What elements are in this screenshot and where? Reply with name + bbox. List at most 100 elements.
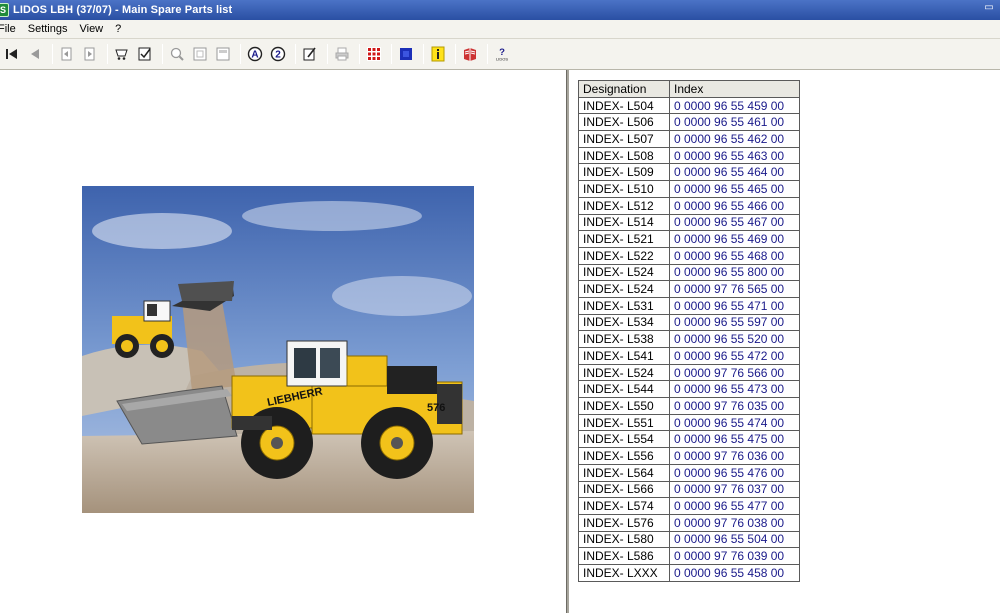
designation-cell[interactable]: INDEX- L514 [578,213,670,232]
index-cell[interactable]: 0 0000 96 55 469 00 [669,230,800,248]
index-cell[interactable]: 0 0000 96 55 459 00 [669,96,800,115]
index-cell[interactable]: 0 0000 97 76 039 00 [669,547,800,565]
table-row[interactable]: INDEX- L541 0 0000 96 55 472 00 [578,347,800,365]
index-cell[interactable]: 0 0000 96 55 477 00 [669,497,800,515]
designation-cell[interactable]: INDEX- L524 [578,263,670,282]
designation-cell[interactable]: INDEX- LXXX [578,563,670,582]
table-row[interactable]: INDEX- L564 0 0000 96 55 476 00 [578,463,800,482]
index-cell[interactable]: 0 0000 96 55 466 00 [669,196,800,215]
table-row[interactable]: INDEX- L512 0 0000 96 55 466 00 [578,196,800,215]
designation-cell[interactable]: INDEX- L538 [578,330,670,348]
table-row[interactable]: INDEX- L524 0 0000 96 55 800 00 [578,263,800,282]
table-row[interactable]: INDEX- L556 0 0000 97 76 036 00 [578,447,800,465]
table-row[interactable]: INDEX- L580 0 0000 96 55 504 00 [578,530,800,549]
index-cell[interactable]: 0 0000 96 55 458 00 [669,563,800,582]
index-cell[interactable]: 0 0000 96 55 461 00 [669,113,800,132]
book-icon[interactable] [460,44,480,64]
index-cell[interactable]: 0 0000 96 55 800 00 [669,263,800,282]
table-row[interactable]: INDEX- L524 0 0000 97 76 566 00 [578,363,800,382]
first-record-icon[interactable] [2,44,22,64]
table-row[interactable]: INDEX- L524 0 0000 97 76 565 00 [578,280,800,298]
index-cell[interactable]: 0 0000 96 55 520 00 [669,330,800,348]
designation-cell[interactable]: INDEX- L576 [578,513,670,532]
table-row[interactable]: INDEX- L544 0 0000 96 55 473 00 [578,380,800,399]
designation-cell[interactable]: INDEX- L551 [578,413,670,432]
table-row[interactable]: INDEX- L586 0 0000 97 76 039 00 [578,547,800,565]
print-icon[interactable] [332,44,352,64]
designation-cell[interactable]: INDEX- L541 [578,347,670,365]
designation-cell[interactable]: INDEX- L566 [578,480,670,499]
designation-cell[interactable]: INDEX- L510 [578,180,670,198]
app-icon[interactable]: S [0,3,9,17]
table-row[interactable]: INDEX- L509 0 0000 96 55 464 00 [578,163,800,182]
designation-cell[interactable]: INDEX- L512 [578,196,670,215]
grid-icon[interactable] [364,44,384,64]
blue-square-icon[interactable] [396,44,416,64]
index-cell[interactable]: 0 0000 97 76 036 00 [669,447,800,465]
designation-cell[interactable]: INDEX- L506 [578,113,670,132]
forward-page-icon[interactable] [80,44,100,64]
table-row[interactable]: INDEX- L531 0 0000 96 55 471 00 [578,296,800,315]
designation-cell[interactable]: INDEX- L586 [578,547,670,565]
back-page-icon[interactable] [57,44,77,64]
index-cell[interactable]: 0 0000 96 55 597 00 [669,313,800,332]
lidos-help-icon[interactable]: ? LIDOS [492,44,512,64]
index-cell[interactable]: 0 0000 96 55 475 00 [669,430,800,449]
designation-cell[interactable]: INDEX- L504 [578,96,670,115]
checklist-icon[interactable] [135,44,155,64]
index-cell[interactable]: 0 0000 96 55 468 00 [669,246,800,265]
designation-cell[interactable]: INDEX- L534 [578,313,670,332]
circle-2-icon[interactable]: 2 [268,44,288,64]
table-row[interactable]: INDEX- L508 0 0000 96 55 463 00 [578,146,800,165]
table-row[interactable]: INDEX- L510 0 0000 96 55 465 00 [578,180,800,198]
index-cell[interactable]: 0 0000 96 55 476 00 [669,463,800,482]
designation-cell[interactable]: INDEX- L580 [578,530,670,549]
cart-icon[interactable] [112,44,132,64]
designation-cell[interactable]: INDEX- L564 [578,463,670,482]
index-cell[interactable]: 0 0000 96 55 474 00 [669,413,800,432]
table-row[interactable]: INDEX- L522 0 0000 96 55 468 00 [578,246,800,265]
previous-record-icon[interactable] [25,44,45,64]
designation-cell[interactable]: INDEX- L522 [578,246,670,265]
table-row[interactable]: INDEX- L574 0 0000 96 55 477 00 [578,497,800,515]
designation-cell[interactable]: INDEX- L507 [578,130,670,148]
index-cell[interactable]: 0 0000 97 76 035 00 [669,397,800,415]
table-row[interactable]: INDEX- L550 0 0000 97 76 035 00 [578,397,800,415]
info-icon[interactable] [428,44,448,64]
circle-a-icon[interactable]: A [245,44,265,64]
table-row[interactable]: INDEX- L554 0 0000 96 55 475 00 [578,430,800,449]
index-cell[interactable]: 0 0000 97 76 037 00 [669,480,800,499]
designation-cell[interactable]: INDEX- L574 [578,497,670,515]
designation-cell[interactable]: INDEX- L544 [578,380,670,399]
restore-window-icon[interactable]: ▭ [982,3,996,15]
table-row[interactable]: INDEX- L521 0 0000 96 55 469 00 [578,230,800,248]
menu-file[interactable]: File [0,23,16,35]
table-row[interactable]: INDEX- L506 0 0000 96 55 461 00 [578,113,800,132]
table-row[interactable]: INDEX- L504 0 0000 96 55 459 00 [578,96,800,115]
index-cell[interactable]: 0 0000 96 55 467 00 [669,213,800,232]
designation-cell[interactable]: INDEX- L531 [578,296,670,315]
index-cell[interactable]: 0 0000 96 55 473 00 [669,380,800,399]
designation-cell[interactable]: INDEX- L554 [578,430,670,449]
index-cell[interactable]: 0 0000 97 76 565 00 [669,280,800,298]
designation-cell[interactable]: INDEX- L524 [578,280,670,298]
page-view-icon[interactable] [213,44,233,64]
designation-cell[interactable]: INDEX- L550 [578,397,670,415]
table-row[interactable]: INDEX- LXXX 0 0000 96 55 458 00 [578,563,800,582]
designation-cell[interactable]: INDEX- L524 [578,363,670,382]
table-row[interactable]: INDEX- L507 0 0000 96 55 462 00 [578,130,800,148]
page-icon[interactable] [190,44,210,64]
index-cell[interactable]: 0 0000 96 55 504 00 [669,530,800,549]
table-row[interactable]: INDEX- L514 0 0000 96 55 467 00 [578,213,800,232]
table-row[interactable]: INDEX- L534 0 0000 96 55 597 00 [578,313,800,332]
edit-icon[interactable] [300,44,320,64]
column-header-index[interactable]: Index [669,80,800,98]
column-header-designation[interactable]: Designation [578,80,670,98]
menu-settings[interactable]: Settings [28,23,68,35]
index-cell[interactable]: 0 0000 96 55 465 00 [669,180,800,198]
zoom-in-icon[interactable] [167,44,187,64]
menu-help[interactable]: ? [115,23,121,35]
index-cell[interactable]: 0 0000 97 76 566 00 [669,363,800,382]
index-cell[interactable]: 0 0000 96 55 462 00 [669,130,800,148]
index-cell[interactable]: 0 0000 96 55 471 00 [669,296,800,315]
